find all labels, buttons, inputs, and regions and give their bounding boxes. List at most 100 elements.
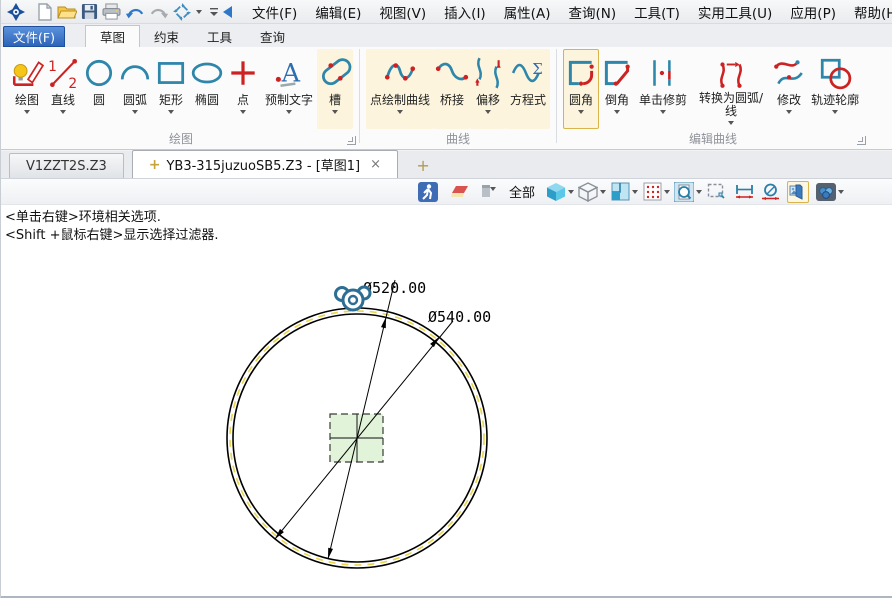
selected-profile-block[interactable] <box>330 414 383 462</box>
dropdown-arrow-icon[interactable] <box>600 190 606 194</box>
doc-tab-active[interactable]: + YB3-315juzuoSB5.Z3 - [草图1] × <box>132 150 398 178</box>
wireframe-display-icon[interactable] <box>577 181 599 203</box>
ribbon-button-draw[interactable]: 绘图 <box>9 49 45 129</box>
dropdown-arrow-icon[interactable] <box>636 107 690 117</box>
dropdown-arrow-icon[interactable] <box>600 107 634 117</box>
menu-attributes[interactable]: 属性(A) <box>496 0 559 24</box>
redo-icon[interactable] <box>149 2 169 22</box>
ribbon-button-circle[interactable]: 圆 <box>81 49 117 129</box>
dropdown-arrow-icon[interactable] <box>471 107 505 117</box>
ribbon-button-equation[interactable]: Σ 方程式 <box>506 49 550 129</box>
group-label-curve: 曲线 <box>362 130 554 147</box>
eraser-icon[interactable] <box>449 181 471 203</box>
tab-sketch[interactable]: 草图 <box>85 25 140 47</box>
dropdown-arrow-icon[interactable] <box>318 107 352 117</box>
print-icon[interactable] <box>102 2 121 22</box>
menu-utilities[interactable]: 实用工具(U) <box>690 0 780 24</box>
filter-scope-dropdown[interactable]: 全部 <box>509 182 535 201</box>
dimension-540[interactable]: Ø540.00 <box>275 308 491 539</box>
dropdown-arrow-icon[interactable] <box>226 107 260 117</box>
save-icon[interactable] <box>81 2 98 22</box>
dropdown-arrow-icon[interactable] <box>367 107 433 117</box>
dropdown-arrow-icon[interactable] <box>632 190 638 194</box>
dropdown-arrow-icon[interactable] <box>664 190 670 194</box>
dropdown-arrow-icon[interactable] <box>838 190 844 194</box>
close-tab-icon[interactable]: × <box>370 157 381 172</box>
radial-dimension-icon[interactable] <box>759 181 781 203</box>
ribbon-button-arc[interactable]: 圆弧 <box>117 49 153 129</box>
ribbon-button-convert-to-arc-line[interactable]: 转换为圆弧/线 <box>691 49 771 129</box>
render-manager-icon[interactable] <box>815 181 837 203</box>
shaded-display-icon[interactable] <box>545 181 567 203</box>
show-target-icon[interactable] <box>787 181 809 203</box>
open-file-icon[interactable] <box>57 2 77 22</box>
ribbon-button-ellipse[interactable]: 椭圆 <box>189 49 225 129</box>
dropdown-arrow-icon[interactable] <box>195 2 205 22</box>
dropdown-arrow-icon[interactable] <box>692 118 770 128</box>
doc-tab-inactive[interactable]: V1ZZT2S.Z3 <box>9 153 124 178</box>
auto-dimension-bounds-icon[interactable] <box>705 181 727 203</box>
circle-icon <box>82 53 116 93</box>
filter-icon[interactable] <box>477 181 499 203</box>
view-refresh-icon[interactable] <box>173 2 191 22</box>
tab-inquire[interactable]: 查询 <box>246 25 299 47</box>
menu-insert[interactable]: 插入(I) <box>436 0 494 24</box>
ribbon-button-offset[interactable]: 偏移 <box>470 49 506 129</box>
dropdown-arrow-icon[interactable] <box>46 107 80 117</box>
point-grid-icon[interactable] <box>641 181 663 203</box>
ribbon-button-one-click-trim[interactable]: 单击修剪 <box>635 49 691 129</box>
view-orientation-icon[interactable] <box>609 181 631 203</box>
menu-edit[interactable]: 编辑(E) <box>307 0 369 24</box>
collapse-menu-icon[interactable] <box>223 2 232 22</box>
dropdown-arrow-icon[interactable] <box>10 107 44 117</box>
dropdown-arrow-icon[interactable] <box>772 107 806 117</box>
ribbon-button-bridge[interactable]: 桥接 <box>434 49 470 129</box>
dropdown-arrow-icon[interactable] <box>564 107 598 117</box>
menu-applications[interactable]: 应用(P) <box>782 0 844 24</box>
ribbon-button-trace-profile[interactable]: 轨迹轮廓 <box>807 49 863 129</box>
sketch-toolbar: 全部 <box>1 178 892 205</box>
dropdown-arrow-icon[interactable] <box>696 190 702 194</box>
busy-cursor-icon <box>336 287 371 310</box>
new-file-icon[interactable] <box>37 2 53 22</box>
dialog-launcher-icon[interactable] <box>347 136 356 145</box>
line-icon: 12 <box>46 53 80 93</box>
chamfer-icon <box>600 53 634 93</box>
sketch-drawing[interactable]: Ø520.00 Ø540.00 <box>1 205 892 596</box>
dropdown-arrow-icon[interactable] <box>118 107 152 117</box>
ribbon-group-curve: 点绘制曲线 桥接 偏移 Σ 方程式 <box>362 47 554 149</box>
ribbon-button-chamfer[interactable]: 倒角 <box>599 49 635 129</box>
ribbon-button-fillet[interactable]: 圆角 <box>563 49 599 129</box>
undo-icon[interactable] <box>125 2 145 22</box>
app-logo-icon <box>7 2 25 22</box>
menu-help[interactable]: 帮助(H) <box>846 0 892 24</box>
ribbon-button-rectangle[interactable]: 矩形 <box>153 49 189 129</box>
tab-constraint[interactable]: 约束 <box>140 25 193 47</box>
dropdown-arrow-icon[interactable] <box>154 107 188 117</box>
menubar: 文件(F) 编辑(E) 视图(V) 插入(I) 属性(A) 查询(N) 工具(T… <box>1 0 892 24</box>
linear-dimension-icon[interactable] <box>733 181 755 203</box>
file-tab-button[interactable]: 文件(F) <box>3 26 65 47</box>
ribbon-button-line[interactable]: 12 直线 <box>45 49 81 129</box>
dropdown-arrow-icon[interactable] <box>808 107 862 117</box>
dropdown-arrow-icon[interactable] <box>262 107 316 117</box>
new-tab-button[interactable]: + <box>412 154 434 176</box>
sketch-canvas[interactable]: <单击右键>环境相关选项. <Shift +鼠标右键>显示选择过滤器. Ø520… <box>1 205 892 596</box>
menu-view[interactable]: 视图(V) <box>371 0 434 24</box>
ribbon-button-slot[interactable]: 槽 <box>317 49 353 129</box>
ribbon-button-curve-by-points[interactable]: 点绘制曲线 <box>366 49 434 129</box>
fillet-icon <box>564 53 598 93</box>
dialog-launcher-icon[interactable] <box>857 136 866 145</box>
customize-toolbar-icon[interactable] <box>209 2 219 22</box>
ribbon-button-ready-text[interactable]: A 预制文字 <box>261 49 317 129</box>
dropdown-spacer <box>507 107 549 117</box>
preview-icon[interactable] <box>673 181 695 203</box>
menu-file[interactable]: 文件(F) <box>244 0 305 24</box>
dropdown-arrow-icon[interactable] <box>568 190 574 194</box>
ribbon-button-point[interactable]: 点 <box>225 49 261 129</box>
menu-tools[interactable]: 工具(T) <box>626 0 688 24</box>
exit-sketch-icon[interactable] <box>417 181 439 203</box>
ribbon-button-modify[interactable]: 修改 <box>771 49 807 129</box>
menu-inquire[interactable]: 查询(N) <box>560 0 624 24</box>
tab-tools[interactable]: 工具 <box>193 25 246 47</box>
